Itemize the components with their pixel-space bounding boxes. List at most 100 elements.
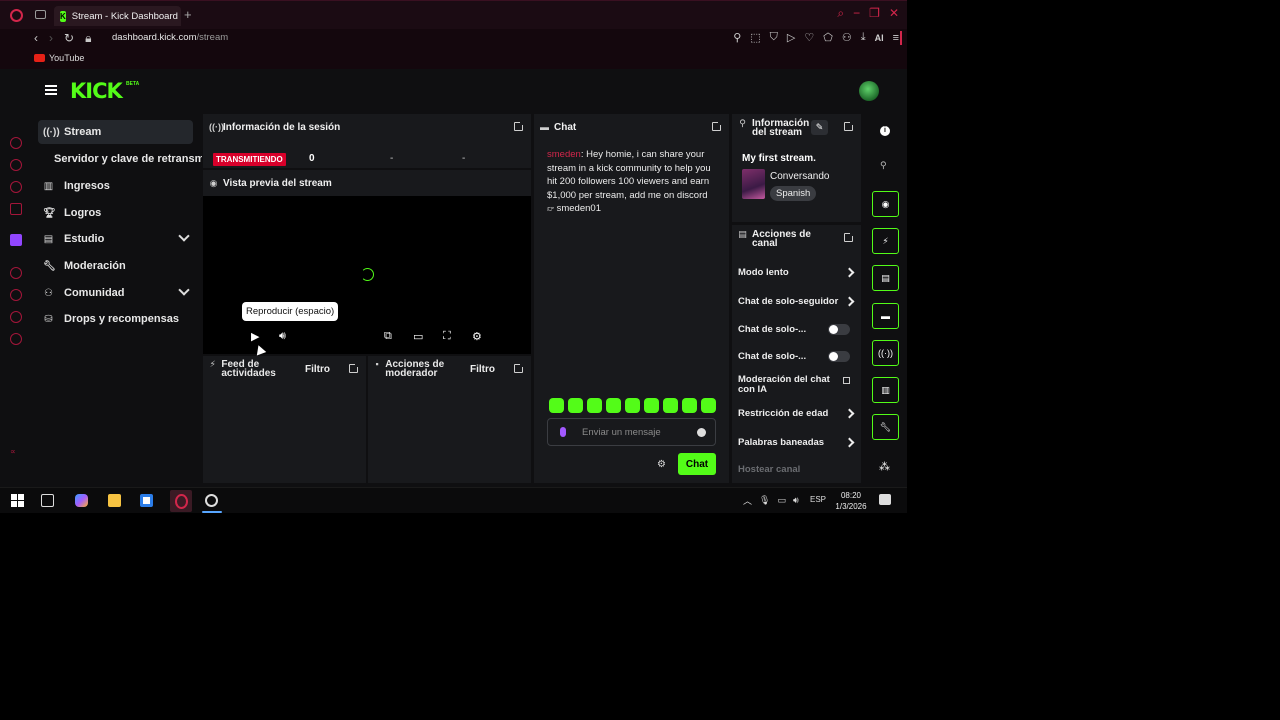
notifications-icon[interactable] [879, 494, 891, 505]
obs-icon[interactable] [205, 494, 218, 507]
pinboard-icon[interactable] [10, 311, 22, 323]
new-tab-button[interactable]: + [184, 7, 192, 22]
emote-icon[interactable] [663, 398, 678, 413]
action-followers-only[interactable]: Chat de solo-seguidor [738, 297, 856, 307]
settings-gear-icon[interactable]: ⚙ [472, 330, 482, 343]
snapshot-icon[interactable]: ⬚ [750, 31, 760, 44]
kick-logo[interactable]: KICK [70, 79, 123, 103]
popout-icon[interactable] [712, 120, 723, 131]
menu-icon[interactable]: ≡ [893, 32, 899, 44]
network-icon[interactable]: ▭ [777, 495, 786, 506]
info-icon[interactable]: i [880, 126, 890, 136]
twitch-icon[interactable] [10, 234, 22, 246]
file-explorer-icon[interactable] [108, 494, 121, 507]
download-icon[interactable]: ⤓ [861, 31, 866, 44]
toggle-switch[interactable] [828, 351, 850, 362]
emote-icon[interactable] [587, 398, 602, 413]
wrench-widget-icon[interactable]: 🔧︎ [872, 414, 899, 440]
shield-icon[interactable]: ⛉ [770, 31, 778, 44]
filter-button[interactable]: Filtro [470, 364, 495, 375]
vpn-icon[interactable]: ∝ [10, 447, 22, 459]
volume-icon[interactable]: 🔊︎ [279, 330, 286, 343]
close-icon[interactable]: ✕ [889, 6, 899, 21]
nav-item-achievements[interactable]: 🏆︎ Logros [38, 201, 193, 225]
whatsapp-icon[interactable] [10, 203, 22, 215]
ai-button[interactable]: AI [875, 33, 884, 43]
nav-item-community[interactable]: ⚇ Comunidad [38, 281, 193, 305]
nav-item-studio[interactable]: ▤ Estudio [38, 227, 193, 251]
toggle-switch[interactable] [828, 324, 850, 335]
play-icon[interactable]: ▶ [251, 330, 259, 343]
task-view-icon[interactable] [41, 494, 54, 507]
camera-widget-icon[interactable]: ◉ [872, 191, 899, 217]
share-icon[interactable]: ⁂ [879, 460, 890, 473]
opera-logo-icon[interactable] [10, 9, 23, 22]
volume-tray-icon[interactable]: 🔊︎ [793, 495, 799, 506]
filter-button[interactable]: Filtro [305, 364, 330, 375]
pip-icon[interactable]: ⧉ [384, 330, 392, 343]
popout-icon[interactable] [844, 231, 855, 242]
chat-settings-icon[interactable]: ⚙ [657, 459, 666, 470]
forward-icon[interactable]: › [49, 31, 53, 46]
emote-icon[interactable] [568, 398, 583, 413]
list-widget-icon[interactable]: ▤ [872, 265, 899, 291]
nav-item-stream-key[interactable]: Servidor y clave de retransmisión [54, 153, 202, 165]
emote-icon[interactable] [549, 398, 564, 413]
hamburger-menu-icon[interactable] [45, 85, 57, 95]
play-icon[interactable]: ▷ [787, 31, 795, 44]
host-channel-button[interactable]: Hostear canal [738, 464, 800, 475]
nav-item-drops[interactable]: ⛁ Drops y recompensas [38, 307, 193, 331]
action-slow-mode[interactable]: Modo lento [738, 268, 856, 278]
popout-icon[interactable] [349, 362, 360, 373]
user-avatar[interactable] [859, 81, 879, 101]
theater-mode-icon[interactable]: ▭ [413, 330, 423, 343]
chat-widget-icon[interactable]: ▬ [872, 303, 899, 329]
maximize-icon[interactable]: ❐ [869, 6, 880, 21]
nav-item-moderation[interactable]: 🔧︎ Moderación [38, 254, 193, 278]
pin-icon[interactable]: ⚲ [733, 31, 741, 44]
messenger-icon[interactable] [10, 159, 22, 171]
url-field[interactable]: dashboard.kick.com/stream [112, 32, 228, 43]
taskbar-clock[interactable]: 08:20 1/3/2026 [834, 490, 868, 512]
copilot-icon[interactable] [75, 494, 88, 507]
chat-send-button[interactable]: Chat [678, 453, 716, 475]
windows-start-icon[interactable] [11, 494, 24, 507]
emoji-picker-icon[interactable] [697, 428, 706, 437]
microphone-icon[interactable] [560, 427, 566, 437]
instagram-icon[interactable] [10, 181, 22, 193]
browser-tab-active[interactable]: K Stream - Kick Dashboard [54, 6, 181, 26]
emote-icon[interactable] [625, 398, 640, 413]
action-banned-words[interactable]: Palabras baneadas [738, 438, 856, 448]
emote-icon[interactable] [644, 398, 659, 413]
broadcast-widget-icon[interactable]: ((·)) [872, 340, 899, 366]
pin-icon[interactable]: ⚲ [880, 160, 887, 171]
bookmark-youtube[interactable]: YouTube [34, 53, 84, 63]
player-icon[interactable] [10, 267, 22, 279]
emote-icon[interactable] [682, 398, 697, 413]
popout-icon[interactable] [514, 362, 525, 373]
nav-item-revenue[interactable]: ▥ Ingresos [38, 174, 193, 198]
store-icon[interactable] [140, 494, 153, 507]
bolt-widget-icon[interactable]: ⚡︎ [872, 228, 899, 254]
channel-widget-icon[interactable]: ▥ [872, 377, 899, 403]
extensions-icon[interactable]: ⬠ [823, 31, 833, 44]
back-icon[interactable]: ‹ [34, 31, 38, 46]
opera-taskbar-icon[interactable] [170, 490, 192, 512]
tab-switcher-icon[interactable] [35, 10, 46, 19]
minimize-icon[interactable]: − [853, 6, 860, 21]
chat-input[interactable]: Enviar un mensaje [547, 418, 716, 446]
popout-icon[interactable] [844, 120, 855, 131]
emote-icon[interactable] [606, 398, 621, 413]
history-icon[interactable] [10, 289, 22, 301]
search-tabs-icon[interactable]: ⌕ [837, 6, 844, 21]
action-ai-moderation[interactable]: Moderación del chat con IA [738, 375, 850, 395]
aria-icon[interactable] [10, 137, 22, 149]
profile-icon[interactable]: ⚇ [842, 31, 852, 44]
reload-icon[interactable]: ↻ [64, 31, 74, 46]
chat-username[interactable]: smeden [547, 149, 581, 160]
nav-item-stream[interactable]: ((·)) Stream [38, 120, 193, 144]
heart-icon[interactable]: ♡ [804, 31, 814, 44]
fullscreen-icon[interactable]: ⛶ [443, 330, 451, 343]
chevron-up-icon[interactable]: ︿ [743, 494, 752, 507]
action-age-restriction[interactable]: Restricción de edad [738, 409, 856, 419]
